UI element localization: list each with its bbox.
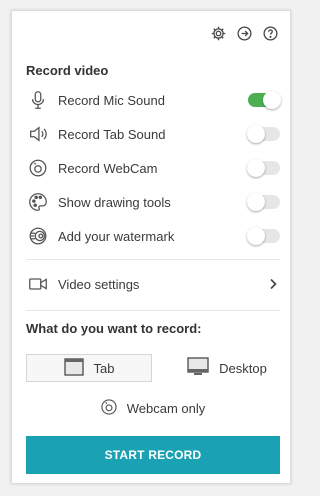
video-settings-row[interactable]: Video settings: [26, 270, 280, 298]
option-record-mic: Record Mic Sound: [26, 86, 281, 114]
watermark-icon: [26, 224, 50, 248]
tab-icon: [63, 357, 84, 379]
video-settings-label: Video settings: [58, 276, 140, 292]
webcam-icon: [99, 397, 119, 420]
record-desktop-button[interactable]: Desktop: [172, 354, 282, 382]
sign-out-icon[interactable]: [236, 25, 253, 42]
gear-icon[interactable]: [210, 25, 227, 42]
option-watermark: Add your watermark: [26, 222, 280, 250]
speaker-icon: [26, 122, 50, 146]
chevron-right-icon: [266, 277, 280, 291]
palette-icon: [26, 190, 50, 214]
webcam-icon: [26, 156, 50, 180]
start-record-button[interactable]: START RECORD: [26, 436, 280, 474]
option-record-tab-sound: Record Tab Sound: [26, 120, 280, 148]
webcam-only-label: Webcam only: [126, 400, 206, 416]
webcam-only-option[interactable]: Webcam only: [12, 395, 292, 421]
microphone-icon: [26, 88, 50, 112]
tab-sound-toggle[interactable]: [247, 125, 280, 143]
recorder-panel: Record video Record Mic Sound Record Tab…: [11, 10, 291, 484]
divider: [26, 310, 280, 311]
option-label: Record Tab Sound: [58, 126, 166, 142]
record-tab-button[interactable]: Tab: [26, 354, 152, 382]
webcam-toggle[interactable]: [247, 159, 280, 177]
option-label: Record WebCam: [58, 160, 158, 176]
divider: [26, 259, 280, 260]
option-label: Add your watermark: [58, 228, 175, 244]
help-icon[interactable]: [262, 25, 279, 42]
header-icons: [210, 25, 279, 42]
mic-sound-toggle[interactable]: [248, 91, 281, 109]
tab-label: Tab: [93, 360, 115, 376]
video-camera-icon: [26, 272, 50, 296]
desktop-icon: [187, 356, 209, 380]
option-label: Show drawing tools: [58, 194, 171, 210]
option-drawing-tools: Show drawing tools: [26, 188, 280, 216]
record-target-title: What do you want to record:: [26, 321, 202, 336]
watermark-toggle[interactable]: [247, 227, 280, 245]
drawing-tools-toggle[interactable]: [247, 193, 280, 211]
option-label: Record Mic Sound: [58, 92, 165, 108]
record-video-title: Record video: [26, 63, 109, 78]
desktop-label: Desktop: [219, 360, 267, 376]
option-record-webcam: Record WebCam: [26, 154, 280, 182]
